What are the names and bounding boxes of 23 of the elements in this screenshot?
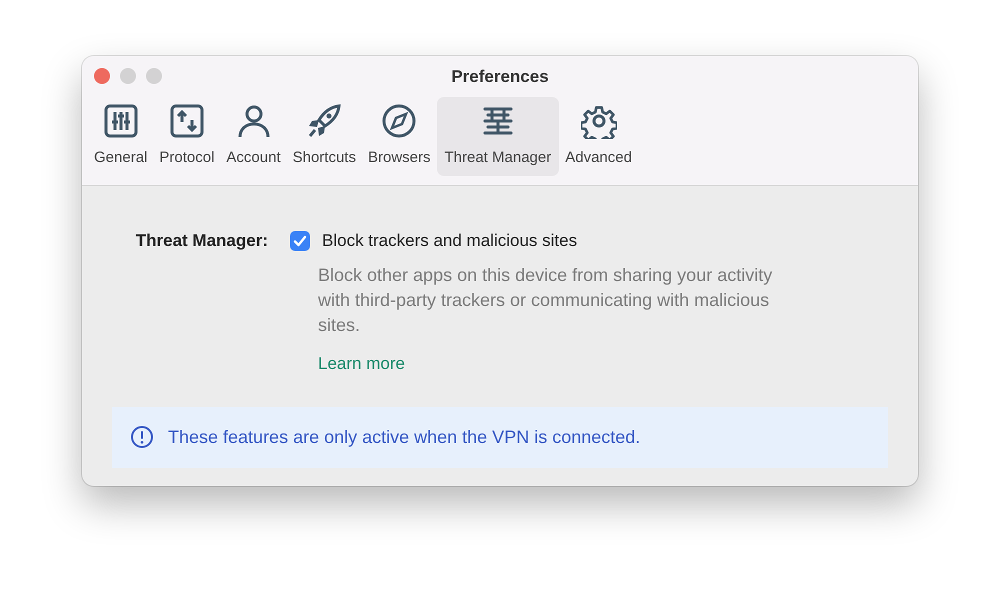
- arrows-icon: [168, 103, 205, 139]
- sliders-icon: [102, 103, 139, 139]
- toolbar-tab[interactable]: Shortcuts: [286, 97, 362, 176]
- description-text: Block other apps on this device from sharing your activity with third-party trackers or communicating with malicious sites.: [317, 264, 774, 336]
- settings-icon: [580, 103, 617, 139]
- toolbar-tab[interactable]: General: [88, 97, 154, 176]
- toolbar-tab[interactable]: Advanced: [559, 97, 638, 176]
- notice-text: These features are only active when the VPN is connected.: [168, 426, 640, 449]
- learn-more-link[interactable]: Learn more: [318, 354, 405, 372]
- checkbox[interactable]: [290, 230, 310, 251]
- toolbar-tab[interactable]: Threat Manager: [436, 97, 560, 176]
- person-icon: [236, 103, 272, 139]
- toolbar-tab[interactable]: Browsers: [362, 97, 436, 176]
- window-title: Preferences: [450, 66, 550, 88]
- checkbox-label: Block trackers and malicious sites: [322, 230, 578, 252]
- toolbar-tab[interactable]: Protocol: [153, 97, 220, 176]
- checkmark-icon: [293, 234, 307, 248]
- toolbar-tab[interactable]: Account: [220, 97, 287, 176]
- info-icon: [130, 425, 154, 449]
- compass-icon: [381, 103, 418, 139]
- close-button[interactable]: [94, 68, 110, 84]
- setting-label: Threat Manager:: [134, 230, 269, 252]
- rocket-icon: [306, 103, 342, 139]
